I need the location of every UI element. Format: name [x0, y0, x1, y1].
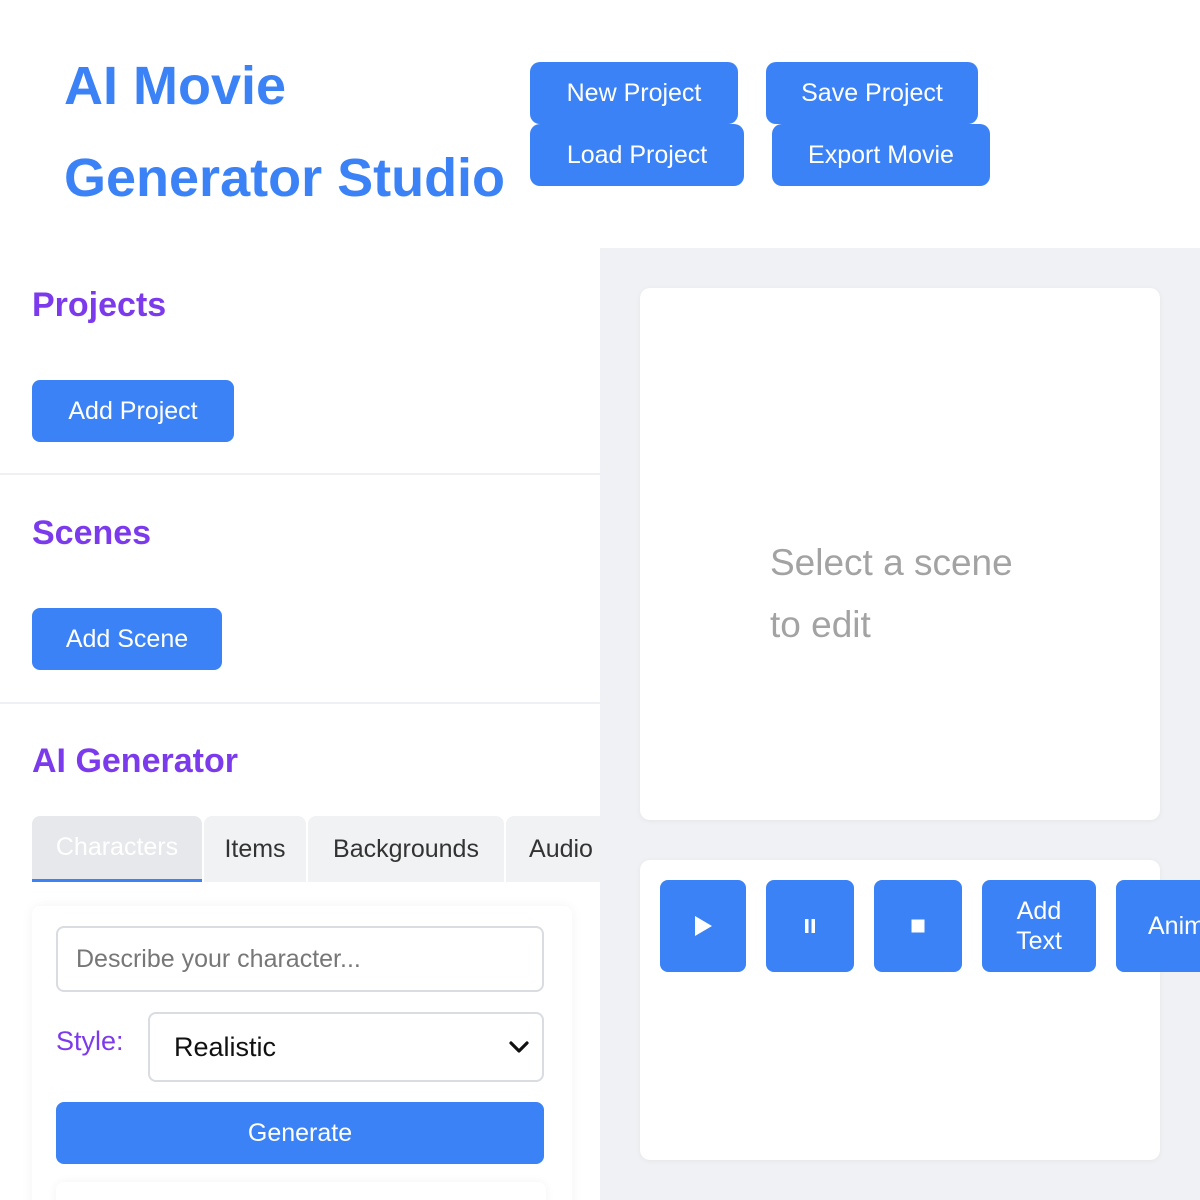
style-select-value: Realistic	[174, 1031, 277, 1062]
export-movie-button[interactable]: Export Movie	[772, 124, 990, 186]
projects-heading: Projects	[32, 286, 167, 324]
character-description-input[interactable]	[56, 926, 544, 992]
pause-icon	[805, 919, 815, 933]
chevron-down-icon	[509, 1041, 529, 1053]
scene-preview: Select a scene to edit	[640, 288, 1160, 820]
animate-button[interactable]: Animate	[1116, 880, 1200, 972]
add-scene-button[interactable]: Add Scene	[32, 608, 222, 670]
add-project-button[interactable]: Add Project	[32, 380, 234, 442]
generated-results-card	[56, 1182, 546, 1200]
editor-panel: Select a scene to edit Add Text Animate	[600, 248, 1200, 1200]
save-project-button[interactable]: Save Project	[766, 62, 978, 124]
generate-button[interactable]: Generate	[56, 1102, 544, 1164]
style-select[interactable]: Realistic	[148, 1012, 544, 1082]
tab-items[interactable]: Items	[204, 816, 306, 882]
new-project-button[interactable]: New Project	[530, 62, 738, 124]
sidebar: Projects Add Project Scenes Add Scene AI…	[0, 248, 600, 1200]
add-text-button[interactable]: Add Text	[982, 880, 1096, 972]
play-icon	[695, 916, 712, 936]
scenes-heading: Scenes	[32, 514, 152, 552]
stop-icon	[911, 919, 925, 933]
tab-characters[interactable]: Characters	[32, 816, 202, 882]
pause-button[interactable]	[766, 880, 854, 972]
tab-audio[interactable]: Audio	[506, 816, 600, 882]
divider	[0, 702, 600, 704]
divider	[0, 473, 600, 475]
play-button[interactable]	[660, 880, 746, 972]
animate-label: Animate	[1148, 912, 1200, 940]
load-project-button[interactable]: Load Project	[530, 124, 744, 186]
preview-placeholder: Select a scene to edit	[770, 542, 1013, 645]
style-label: Style:	[56, 1026, 124, 1056]
generator-card: Style: Realistic Generate	[32, 906, 572, 1200]
stop-button[interactable]	[874, 880, 962, 972]
add-text-label: Add Text	[1016, 897, 1062, 955]
tab-backgrounds[interactable]: Backgrounds	[308, 816, 504, 882]
ai-generator-heading: AI Generator	[32, 742, 238, 780]
app-title: AI Movie Generator Studio	[64, 56, 506, 208]
